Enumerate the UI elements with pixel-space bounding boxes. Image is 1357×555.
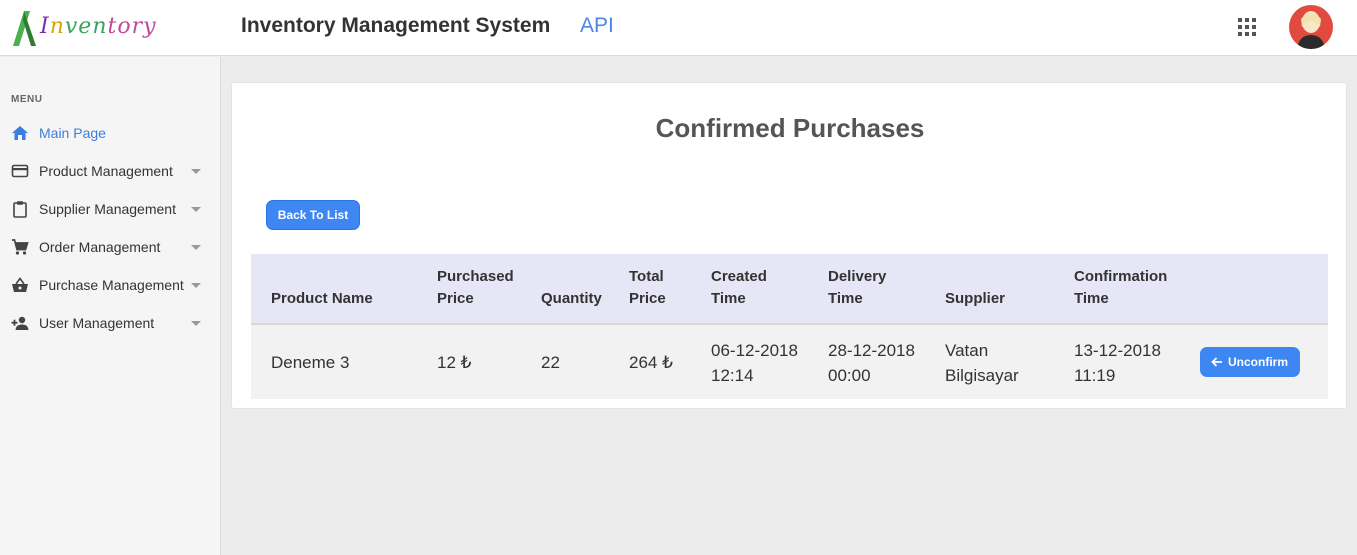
top-header: Inventory Inventory Management System AP… bbox=[0, 0, 1357, 56]
cell-purchased-price: 12 ₺ bbox=[437, 353, 472, 372]
confirmed-purchases-card: Confirmed Purchases Back To List Product… bbox=[231, 82, 1347, 409]
sidebar-item-product-management[interactable]: Product Management bbox=[0, 152, 220, 190]
back-to-list-button[interactable]: Back To List bbox=[266, 200, 360, 230]
arrow-left-icon bbox=[1211, 357, 1222, 367]
column-header-confirmation-time: Confirmation Time bbox=[1074, 266, 1167, 310]
sidebar-item-label: Main Page bbox=[39, 125, 106, 141]
api-link[interactable]: API bbox=[580, 14, 614, 38]
sidebar-item-label: Order Management bbox=[39, 239, 161, 255]
chevron-down-icon bbox=[191, 207, 201, 212]
chevron-down-icon bbox=[191, 169, 201, 174]
sidebar-item-user-management[interactable]: User Management bbox=[0, 304, 220, 342]
column-header-line: Created bbox=[711, 268, 767, 285]
logo-text: Inventory bbox=[40, 14, 157, 39]
column-header-line: Supplier bbox=[945, 290, 1006, 307]
logo-letter: tory bbox=[107, 14, 157, 39]
logo-letter: ven bbox=[64, 14, 108, 39]
column-header-line: Product Name bbox=[271, 290, 373, 307]
avatar-figure-icon bbox=[1297, 11, 1325, 49]
cell-quantity: 22 bbox=[541, 353, 560, 372]
cell-line: Vatan bbox=[945, 341, 989, 360]
table-row: Deneme 3 12 ₺ 22 264 ₺ 06-12-2018 12:14 2… bbox=[251, 325, 1328, 399]
chevron-down-icon bbox=[191, 283, 201, 288]
column-header-supplier: Supplier bbox=[945, 288, 1005, 310]
column-header-delivery-time: Delivery Time bbox=[828, 266, 886, 310]
menu-heading: MENU bbox=[11, 94, 43, 105]
cell-line: 00:00 bbox=[828, 366, 871, 385]
cell-line: 06-12-2018 bbox=[711, 341, 798, 360]
column-header-line: Delivery bbox=[828, 268, 887, 285]
column-header-line: Price bbox=[437, 290, 474, 307]
sidebar: MENU Main Page Product Management Suppli… bbox=[0, 57, 221, 555]
app-title: Inventory Management System bbox=[241, 14, 551, 37]
apps-grid-icon[interactable] bbox=[1238, 18, 1256, 36]
sidebar-item-label: User Management bbox=[39, 315, 155, 331]
page-title: Confirmed Purchases bbox=[655, 113, 925, 143]
chevron-down-icon bbox=[191, 245, 201, 250]
card-icon bbox=[11, 164, 29, 178]
cell-delivery-time: 28-12-2018 00:00 bbox=[828, 338, 915, 388]
app-logo[interactable]: Inventory bbox=[10, 6, 160, 48]
user-avatar[interactable] bbox=[1289, 5, 1333, 49]
cell-confirmation-time: 13-12-2018 11:19 bbox=[1074, 338, 1161, 388]
cell-line: Bilgisayar bbox=[945, 366, 1019, 385]
sidebar-item-label: Supplier Management bbox=[39, 201, 176, 217]
add-user-icon bbox=[11, 316, 29, 330]
column-header-created-time: Created Time bbox=[711, 266, 767, 310]
purchases-table: Product Name Purchased Price Quantity Tot… bbox=[251, 254, 1328, 399]
basket-icon bbox=[12, 277, 28, 292]
cell-line: 12:14 bbox=[711, 366, 754, 385]
column-header-line: Time bbox=[828, 290, 863, 307]
sidebar-item-main-page[interactable]: Main Page bbox=[0, 114, 220, 152]
unconfirm-button[interactable]: Unconfirm bbox=[1200, 347, 1300, 377]
cart-icon bbox=[12, 239, 29, 255]
column-header-product-name: Product Name bbox=[271, 288, 373, 310]
column-header-quantity: Quantity bbox=[541, 288, 602, 310]
cell-line: 28-12-2018 bbox=[828, 341, 915, 360]
column-header-line: Time bbox=[1074, 290, 1109, 307]
chevron-down-icon bbox=[191, 321, 201, 326]
unconfirm-label: Unconfirm bbox=[1228, 355, 1288, 369]
column-header-purchased-price: Purchased Price bbox=[437, 266, 514, 310]
cell-created-time: 06-12-2018 12:14 bbox=[711, 338, 798, 388]
sidebar-item-supplier-management[interactable]: Supplier Management bbox=[0, 190, 220, 228]
column-header-line: Quantity bbox=[541, 290, 602, 307]
cell-line: 13-12-2018 bbox=[1074, 341, 1161, 360]
sidebar-item-order-management[interactable]: Order Management bbox=[0, 228, 220, 266]
cell-supplier: Vatan Bilgisayar bbox=[945, 338, 1019, 388]
clipboard-icon bbox=[13, 201, 27, 218]
cell-line: 11:19 bbox=[1074, 366, 1116, 385]
logo-letter: n bbox=[49, 14, 65, 39]
column-header-line: Time bbox=[711, 290, 746, 307]
home-icon bbox=[12, 126, 28, 140]
cell-total-price: 264 ₺ bbox=[629, 353, 673, 372]
column-header-total-price: Total Price bbox=[629, 266, 666, 310]
cell-product-name: Deneme 3 bbox=[271, 353, 350, 372]
column-header-line: Price bbox=[629, 290, 666, 307]
sidebar-item-label: Purchase Management bbox=[39, 277, 184, 293]
sidebar-item-purchase-management[interactable]: Purchase Management bbox=[0, 266, 220, 304]
sidebar-item-label: Product Management bbox=[39, 163, 173, 179]
column-header-line: Confirmation bbox=[1074, 268, 1168, 285]
column-header-line: Total bbox=[629, 268, 664, 285]
column-header-line: Purchased bbox=[437, 268, 514, 285]
logo-letter: I bbox=[40, 14, 50, 39]
logo-mark-icon bbox=[13, 11, 36, 46]
table-header: Product Name Purchased Price Quantity Tot… bbox=[251, 254, 1328, 325]
